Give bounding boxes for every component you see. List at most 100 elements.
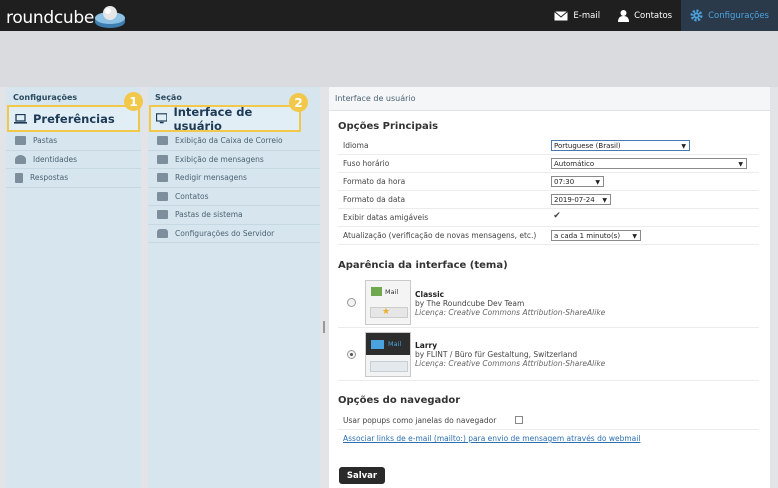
time-format-select[interactable]: 07:30 ▼ bbox=[551, 176, 604, 187]
envelope-icon bbox=[554, 10, 569, 20]
section-item-label: Contatos bbox=[175, 191, 209, 201]
date-format-select[interactable]: 2019-07-24 ▼ bbox=[551, 194, 611, 205]
section-item-compose[interactable]: Redigir mensagens bbox=[148, 169, 320, 188]
logo-text: roundcube bbox=[6, 8, 95, 28]
theme-classic-author: by The Roundcube Dev Team bbox=[415, 299, 525, 308]
mailbox-icon bbox=[157, 136, 168, 146]
folder-icon bbox=[157, 210, 168, 220]
server-icon bbox=[157, 228, 168, 238]
refresh-select[interactable]: a cada 1 minuto(s) ▼ bbox=[551, 230, 641, 241]
section-item-mailbox-view[interactable]: Exibição da Caixa de Correio bbox=[148, 132, 320, 151]
section-item-label: Configurações do Servidor bbox=[175, 228, 275, 238]
settings-item-label: Pastas bbox=[33, 136, 58, 146]
section-item-special-folders[interactable]: Pastas de sistema bbox=[148, 206, 320, 225]
contacts-icon bbox=[157, 191, 168, 201]
time-format-value: 07:30 bbox=[554, 178, 575, 186]
folder-icon bbox=[15, 136, 26, 146]
timezone-value: Automático bbox=[554, 160, 595, 168]
refresh-label: Atualização (verificação de novas mensag… bbox=[343, 231, 537, 240]
refresh-row: Atualização (verificação de novas mensag… bbox=[338, 227, 759, 245]
friendly-dates-label: Exibir datas amigáveis bbox=[343, 213, 429, 222]
chevron-down-icon: ▼ bbox=[632, 232, 637, 240]
chevron-down-icon: ▼ bbox=[681, 142, 686, 150]
person-icon bbox=[618, 9, 630, 22]
settings-panel-header: Configurações bbox=[13, 93, 78, 102]
main-options-title: Opções Principais bbox=[338, 121, 439, 132]
monitor-icon bbox=[156, 113, 168, 124]
settings-item-responses[interactable]: Respostas bbox=[6, 169, 141, 188]
date-format-label: Formato da data bbox=[343, 195, 406, 204]
user-interface-label: Interface de usuário bbox=[173, 104, 253, 133]
theme-larry-radio[interactable] bbox=[347, 350, 356, 359]
section-item-server-settings[interactable]: Configurações do Servidor bbox=[148, 225, 320, 243]
nav-contacts[interactable]: Contatos bbox=[609, 0, 681, 31]
toolbar-area bbox=[0, 31, 778, 87]
settings-item-label: Respostas bbox=[30, 173, 69, 183]
preferences-label: Preferências bbox=[33, 111, 115, 126]
theme-larry-thumbnail: Mail bbox=[365, 332, 411, 377]
nav-contacts-label: Contatos bbox=[634, 10, 673, 21]
timezone-row: Fuso horário Automático ▼ bbox=[338, 155, 759, 173]
browser-options-title: Opções do navegador bbox=[338, 395, 461, 406]
language-label: Idioma bbox=[343, 141, 369, 150]
settings-item-label: Identidades bbox=[33, 154, 78, 164]
section-item-label: Pastas de sistema bbox=[175, 210, 243, 220]
section-panel: Seção Interface de usuário Exibição da C… bbox=[148, 87, 320, 488]
thumb-mail-icon bbox=[371, 287, 382, 296]
theme-larry-row[interactable]: Mail Larry by FLINT / Büro für Gestaltun… bbox=[338, 329, 759, 381]
section-item-user-interface[interactable]: Interface de usuário bbox=[149, 104, 301, 133]
nav-mail[interactable]: E-mail bbox=[545, 0, 609, 31]
step-badge-1: 1 bbox=[124, 92, 143, 111]
save-button[interactable]: Salvar bbox=[339, 467, 385, 484]
theme-classic-name: Classic bbox=[415, 290, 445, 299]
settings-item-preferences[interactable]: Preferências bbox=[7, 105, 140, 132]
theme-larry-name: Larry bbox=[415, 341, 438, 350]
gear-icon bbox=[690, 9, 703, 22]
section-item-contacts[interactable]: Contatos bbox=[148, 188, 320, 206]
time-format-row: Formato da hora 07:30 ▼ bbox=[338, 173, 759, 191]
top-bar: roundcube E-mail Contatos Configurações bbox=[0, 0, 778, 31]
language-value: Portuguese (Brasil) bbox=[554, 142, 621, 150]
star-icon: ★ bbox=[382, 307, 391, 317]
preferences-panel: Interface de usuário Opções Principais I… bbox=[329, 87, 770, 488]
settings-panel: Configurações Preferências Pastas Identi… bbox=[6, 87, 141, 488]
section-item-message-view[interactable]: Exibição de mensagens bbox=[148, 151, 320, 169]
date-format-row: Formato da data 2019-07-24 ▼ bbox=[338, 191, 759, 209]
document-icon bbox=[15, 172, 23, 183]
chevron-down-icon: ▼ bbox=[738, 160, 743, 168]
friendly-dates-checkbox[interactable]: ✔ bbox=[553, 212, 561, 221]
message-view-icon bbox=[157, 154, 168, 164]
time-format-label: Formato da hora bbox=[343, 177, 406, 186]
timezone-select[interactable]: Automático ▼ bbox=[551, 158, 747, 169]
nav-mail-label: E-mail bbox=[573, 10, 601, 21]
laptop-icon bbox=[14, 113, 27, 124]
nav-settings-label: Configurações bbox=[708, 10, 769, 21]
top-navigation: E-mail Contatos Configurações bbox=[545, 0, 778, 31]
theme-classic-license: Licença: Creative Commons Attribution-Sh… bbox=[415, 308, 606, 317]
compose-icon bbox=[157, 173, 168, 183]
theme-classic-radio[interactable] bbox=[347, 298, 356, 307]
settings-item-identities[interactable]: Identidades bbox=[6, 151, 141, 169]
panel-splitter[interactable] bbox=[323, 321, 325, 333]
theme-larry-license: Licença: Creative Commons Attribution-Sh… bbox=[415, 359, 606, 368]
theme-classic-row[interactable]: Mail ★ Classic by The Roundcube Dev Team… bbox=[338, 277, 759, 328]
language-row: Idioma Portuguese (Brasil) ▼ bbox=[338, 137, 759, 155]
mailto-handler-link[interactable]: Associar links de e-mail (mailto:) para … bbox=[343, 434, 640, 443]
settings-item-folders[interactable]: Pastas bbox=[6, 132, 141, 151]
thumb-label: Mail bbox=[388, 340, 402, 348]
theme-larry-author: by FLINT / Büro für Gestaltung, Switzerl… bbox=[415, 350, 578, 359]
preferences-panel-header: Interface de usuário bbox=[329, 87, 770, 111]
person-icon bbox=[15, 154, 26, 164]
section-item-label: Exibição da Caixa de Correio bbox=[175, 136, 283, 146]
logo-icon bbox=[95, 6, 125, 28]
step-badge-2: 2 bbox=[289, 93, 308, 112]
chevron-down-icon: ▼ bbox=[595, 178, 600, 186]
nav-settings[interactable]: Configurações bbox=[681, 0, 778, 31]
popup-row: Usar popups como janelas do navegador bbox=[338, 412, 759, 430]
language-select[interactable]: Portuguese (Brasil) ▼ bbox=[551, 140, 690, 151]
section-item-label: Exibição de mensagens bbox=[175, 154, 264, 164]
popup-checkbox[interactable] bbox=[515, 416, 523, 424]
theme-classic-thumbnail: Mail ★ bbox=[365, 280, 411, 325]
section-item-label: Redigir mensagens bbox=[175, 173, 247, 183]
date-format-value: 2019-07-24 bbox=[554, 196, 595, 204]
